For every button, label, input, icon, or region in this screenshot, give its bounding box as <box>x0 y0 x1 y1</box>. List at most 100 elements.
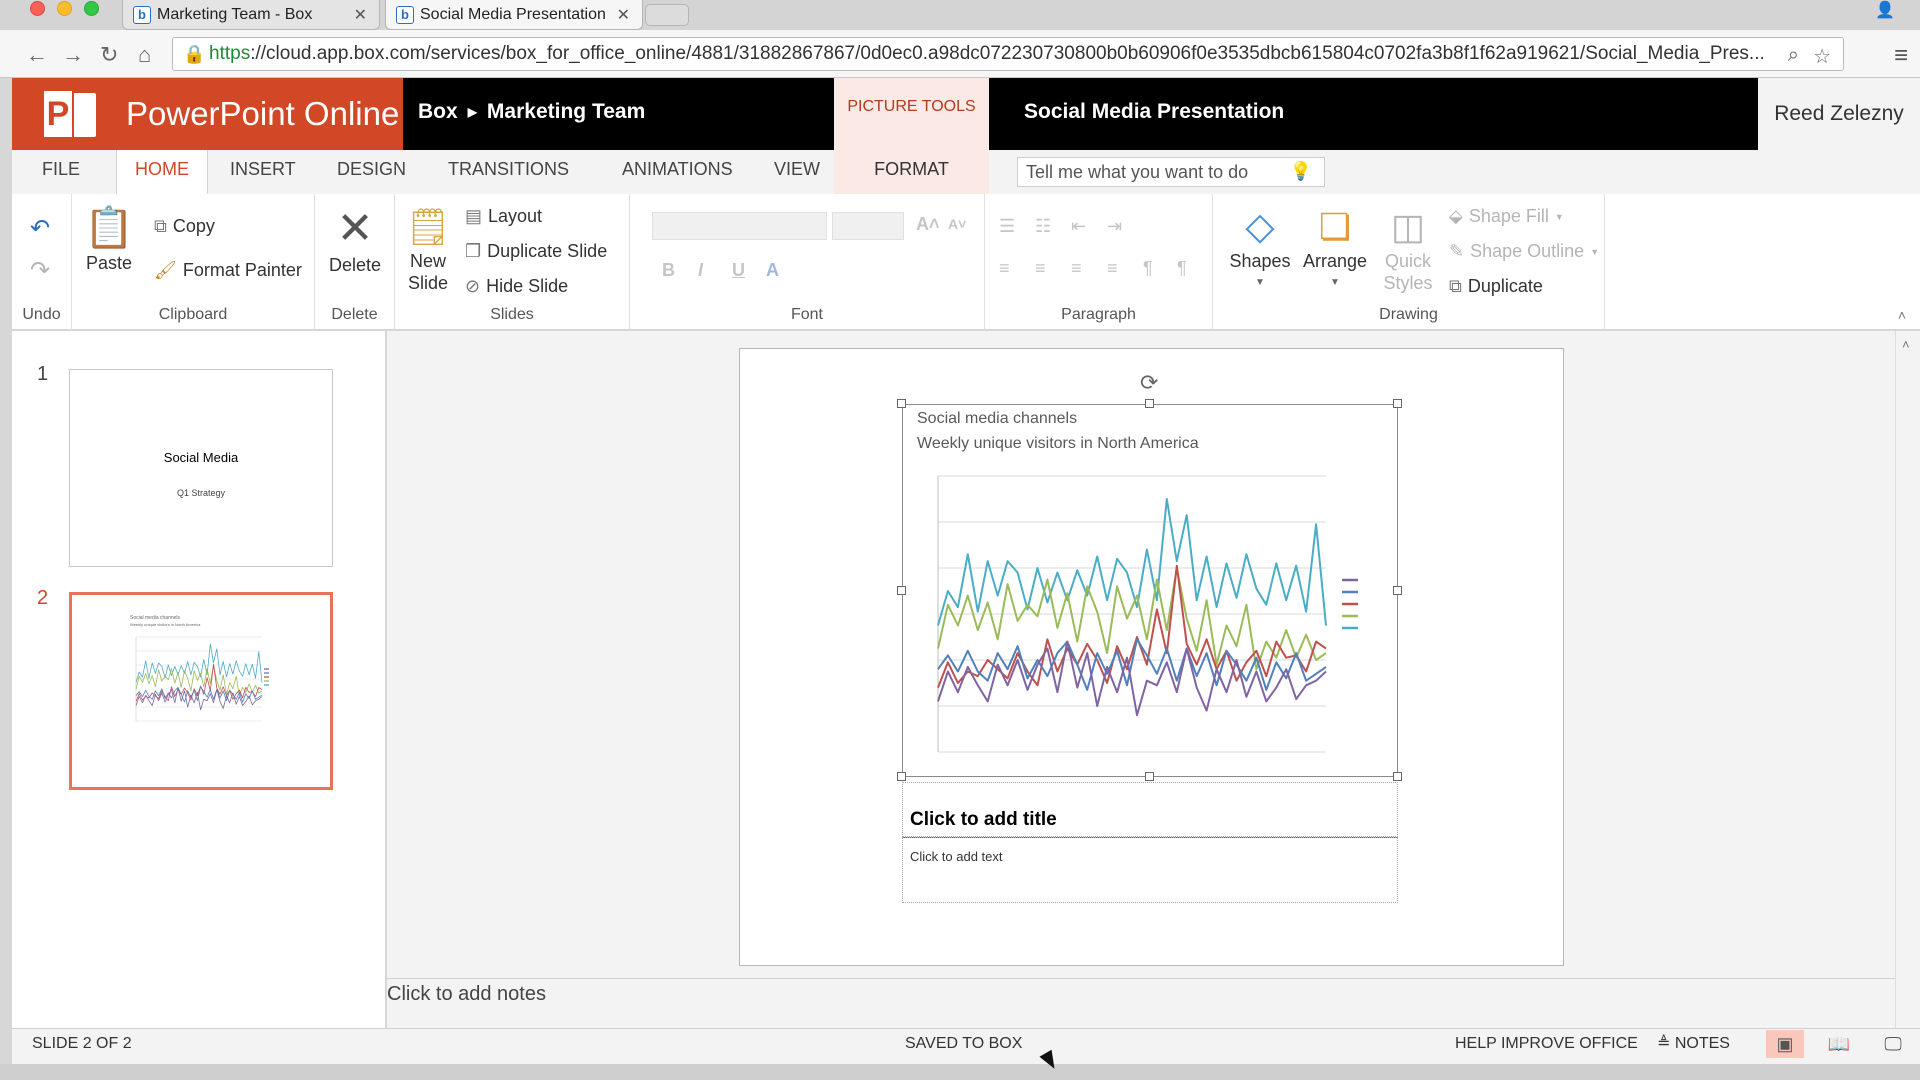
rtl-icon[interactable]: ¶ <box>1177 258 1187 279</box>
tab-home[interactable]: HOME <box>116 150 208 195</box>
home-icon[interactable]: ⌂ <box>138 42 151 68</box>
tab-view[interactable]: VIEW <box>756 150 838 194</box>
resize-handle[interactable] <box>897 399 906 408</box>
tab-design[interactable]: DESIGN <box>319 150 424 194</box>
paste-button[interactable]: 📋 Paste <box>84 204 134 274</box>
undo-group-label: Undo <box>22 306 61 323</box>
reading-view-icon[interactable]: 📖 <box>1820 1030 1858 1058</box>
decrease-indent-icon[interactable]: ⇤ <box>1071 216 1086 237</box>
grow-font-icon[interactable]: A˄ <box>916 214 940 235</box>
ltr-icon[interactable]: ¶ <box>1143 258 1153 279</box>
arrange-label: Arrange <box>1302 251 1368 271</box>
normal-view-icon[interactable]: ▣ <box>1766 1030 1804 1058</box>
quick-styles-button[interactable]: ◫ Quick Styles <box>1375 204 1441 294</box>
box-favicon-icon: b <box>133 5 151 24</box>
format-painter-button[interactable]: 🖌 Format Painter <box>154 260 302 281</box>
slide-thumbnail-2[interactable]: Social media channels Weekly unique visi… <box>69 592 333 790</box>
slide-canvas[interactable]: ⟳ Social media channels Weekly unique vi… <box>739 348 1564 966</box>
tab-insert[interactable]: INSERT <box>212 150 314 194</box>
breadcrumb-box[interactable]: Box <box>418 100 458 124</box>
shape-outline-button[interactable]: ✎ Shape Outline ▼ <box>1449 241 1599 262</box>
numbering-icon[interactable]: ☷ <box>1035 216 1051 237</box>
slideshow-view-icon[interactable]: 🖵 <box>1874 1030 1912 1058</box>
slide-thumbnail-1[interactable]: Social Media Q1 Strategy <box>69 369 333 567</box>
lock-icon: 🔒 <box>183 44 206 64</box>
new-tab-button[interactable] <box>645 4 689 26</box>
duplicate-shape-button[interactable]: ⧉ Duplicate <box>1449 276 1543 297</box>
bullets-icon[interactable]: ☰ <box>999 216 1015 237</box>
save-status: SAVED TO BOX <box>905 1035 1023 1052</box>
address-bar[interactable]: 🔒 https://cloud.app.box.com/services/box… <box>172 37 1844 71</box>
scroll-up-icon[interactable]: ˄ <box>1902 337 1910 352</box>
font-size-select[interactable] <box>832 212 904 240</box>
italic-icon[interactable]: I <box>698 260 703 281</box>
resize-handle[interactable] <box>1145 772 1154 781</box>
close-tab-icon[interactable]: ✕ <box>354 5 367 25</box>
copy-button[interactable]: ⧉ Copy <box>154 216 215 237</box>
close-window-button[interactable] <box>30 1 45 16</box>
help-improve-office-link[interactable]: HELP IMPROVE OFFICE <box>1455 1029 1638 1059</box>
close-tab-icon[interactable]: ✕ <box>617 5 630 25</box>
new-slide-button[interactable]: 🗒 New Slide <box>403 204 453 294</box>
chart-picture[interactable]: ⟳ Social media channels Weekly unique vi… <box>897 370 1402 781</box>
maximize-window-button[interactable] <box>84 1 99 16</box>
ribbon-tab-bar: FILE HOME INSERT DESIGN TRANSITIONS ANIM… <box>12 150 1920 195</box>
browser-menu-icon[interactable]: ≡ <box>1894 42 1908 70</box>
shapes-button[interactable]: ◇ Shapes ▼ <box>1227 204 1293 294</box>
forward-arrow-icon[interactable]: → <box>62 42 84 68</box>
resize-handle[interactable] <box>1393 586 1402 595</box>
delete-button[interactable]: ✕ Delete <box>325 204 385 276</box>
arrange-button[interactable]: ❏ Arrange ▼ <box>1299 204 1371 294</box>
tab-animations[interactable]: ANIMATIONS <box>604 150 751 194</box>
resize-handle[interactable] <box>1145 399 1154 408</box>
shapes-label: Shapes <box>1229 251 1291 271</box>
font-color-icon[interactable]: A <box>766 260 779 281</box>
font-name-select[interactable] <box>652 212 827 240</box>
browser-tab-presentation[interactable]: b Social Media Presentation ✕ <box>385 0 643 30</box>
resize-handle[interactable] <box>1393 772 1402 781</box>
underline-icon[interactable]: U <box>732 260 745 281</box>
rotate-handle-icon[interactable]: ⟳ <box>1140 370 1162 395</box>
layout-button[interactable]: ▤ Layout <box>465 206 542 227</box>
tell-me-search[interactable]: Tell me what you want to do 💡 <box>1017 157 1325 187</box>
align-right-icon[interactable]: ≡ <box>1071 258 1082 279</box>
slides-group-label: Slides <box>490 306 534 323</box>
profile-icon[interactable]: 👤 <box>1875 0 1895 20</box>
tab-transitions[interactable]: TRANSITIONS <box>430 150 587 194</box>
shape-fill-button[interactable]: ⬙ Shape Fill ▼ <box>1449 206 1564 227</box>
notes-toggle[interactable]: ≜ NOTES <box>1657 1029 1730 1059</box>
resize-handle[interactable] <box>897 586 906 595</box>
title-placeholder[interactable]: Click to add title <box>902 782 1398 838</box>
duplicate-slide-button[interactable]: ❐ Duplicate Slide <box>465 241 607 262</box>
browser-tab-marketing-team[interactable]: b Marketing Team - Box ✕ <box>122 0 380 30</box>
browser-tab-label: Marketing Team - Box <box>157 5 313 23</box>
new-slide-label-2: Slide <box>407 273 449 293</box>
zoom-icon[interactable]: ⌕ <box>1788 44 1799 67</box>
user-name[interactable]: Reed Zelezny <box>1758 78 1920 150</box>
hide-slide-button[interactable]: ⊘ Hide Slide <box>465 276 568 297</box>
bookmark-star-icon[interactable]: ☆ <box>1813 44 1831 69</box>
redo-icon[interactable]: ↷ <box>30 256 50 285</box>
url-scheme: https <box>209 43 251 64</box>
vertical-scrollbar[interactable]: ˄ <box>1895 331 1920 1028</box>
reload-icon[interactable]: ↻ <box>100 42 118 68</box>
text-placeholder[interactable]: Click to add text <box>902 837 1398 903</box>
shrink-font-icon[interactable]: A˅ <box>948 216 966 232</box>
resize-handle[interactable] <box>897 772 906 781</box>
resize-handle[interactable] <box>1393 399 1402 408</box>
document-title[interactable]: Social Media Presentation <box>1024 100 1284 124</box>
minimize-window-button[interactable] <box>57 1 72 16</box>
bold-icon[interactable]: B <box>662 260 675 281</box>
notes-pane[interactable]: Click to add notes <box>387 978 1895 1028</box>
back-arrow-icon[interactable]: ← <box>26 42 48 68</box>
collapse-ribbon-icon[interactable]: ˄ <box>1898 307 1906 323</box>
align-center-icon[interactable]: ≡ <box>1035 258 1046 279</box>
align-left-icon[interactable]: ≡ <box>999 258 1010 279</box>
tab-file[interactable]: FILE <box>24 150 98 194</box>
increase-indent-icon[interactable]: ⇥ <box>1107 216 1122 237</box>
justify-icon[interactable]: ≡ <box>1107 258 1118 279</box>
undo-icon[interactable]: ↶ <box>30 214 50 243</box>
breadcrumb-folder[interactable]: Marketing Team <box>487 100 645 124</box>
powerpoint-brand[interactable]: P PowerPoint Online <box>12 78 403 150</box>
tab-format[interactable]: FORMAT <box>834 150 989 194</box>
